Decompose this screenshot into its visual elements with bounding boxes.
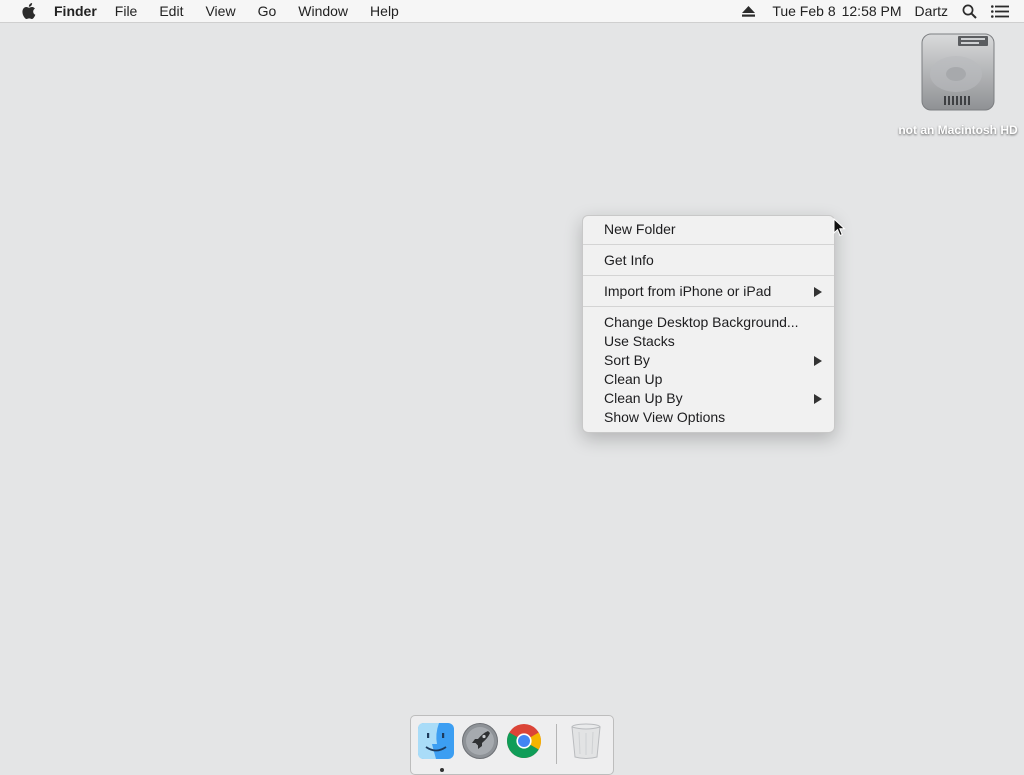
- menu-item-label: Sort By: [604, 352, 650, 368]
- disk-label[interactable]: not an Macintosh HD: [898, 122, 1018, 138]
- desktop-disk-icon-item[interactable]: not an Macintosh HD: [898, 30, 1018, 138]
- dock: [410, 715, 614, 775]
- eject-icon[interactable]: [742, 5, 756, 17]
- menu-separator: [583, 275, 834, 276]
- menu-item-clean-up[interactable]: Clean Up: [583, 370, 834, 389]
- finder-dock-icon[interactable]: [417, 722, 455, 772]
- menu-window[interactable]: Window: [298, 0, 348, 22]
- menu-item-new-folder[interactable]: New Folder: [583, 220, 834, 239]
- menu-edit[interactable]: Edit: [159, 0, 183, 22]
- menu-bar: Finder File Edit View Go Window Help Tue…: [0, 0, 1024, 23]
- chrome-dock-icon[interactable]: [505, 722, 543, 760]
- menu-view[interactable]: View: [205, 0, 235, 22]
- menu-help[interactable]: Help: [370, 0, 399, 22]
- menu-item-label: Import from iPhone or iPad: [604, 283, 772, 299]
- apple-icon[interactable]: [19, 2, 37, 20]
- menu-separator: [583, 244, 834, 245]
- menu-separator: [583, 306, 834, 307]
- menu-item-label: Change Desktop Background...: [604, 314, 799, 330]
- desktop-context-menu: New Folder Get Info Import from iPhone o…: [582, 215, 835, 433]
- menu-item-clean-up-by[interactable]: Clean Up By: [583, 389, 834, 408]
- menu-go[interactable]: Go: [258, 0, 277, 22]
- menu-item-import-from-iphone-or-ipad[interactable]: Import from iPhone or iPad: [583, 282, 834, 301]
- clock-time[interactable]: 12:58 PM: [842, 0, 902, 22]
- menu-file[interactable]: File: [115, 0, 138, 22]
- menu-item-change-desktop-background[interactable]: Change Desktop Background...: [583, 313, 834, 332]
- dock-divider: [556, 724, 557, 764]
- menu-item-label: Get Info: [604, 252, 654, 268]
- submenu-arrow-icon: [814, 394, 822, 404]
- trash-dock-icon[interactable]: [567, 722, 605, 760]
- menu-item-show-view-options[interactable]: Show View Options: [583, 408, 834, 427]
- running-indicator: [440, 768, 444, 772]
- clock-date[interactable]: Tue Feb 8: [772, 0, 835, 22]
- hard-drive-icon[interactable]: [918, 30, 998, 116]
- menu-item-label: Clean Up By: [604, 390, 683, 406]
- menu-app-finder[interactable]: Finder: [54, 0, 97, 22]
- mouse-pointer-icon: [833, 217, 847, 238]
- spotlight-search-icon[interactable]: [962, 4, 977, 19]
- menu-item-label: New Folder: [604, 221, 676, 237]
- submenu-arrow-icon: [814, 356, 822, 366]
- submenu-arrow-icon: [814, 287, 822, 297]
- menu-item-label: Use Stacks: [604, 333, 675, 349]
- notification-center-icon[interactable]: [991, 4, 1009, 18]
- launchpad-dock-icon[interactable]: [461, 722, 499, 760]
- menu-item-label: Clean Up: [604, 371, 663, 387]
- menu-item-get-info[interactable]: Get Info: [583, 251, 834, 270]
- user-menu[interactable]: Dartz: [915, 0, 948, 22]
- menu-item-sort-by[interactable]: Sort By: [583, 351, 834, 370]
- menu-item-use-stacks[interactable]: Use Stacks: [583, 332, 834, 351]
- menu-item-label: Show View Options: [604, 409, 726, 425]
